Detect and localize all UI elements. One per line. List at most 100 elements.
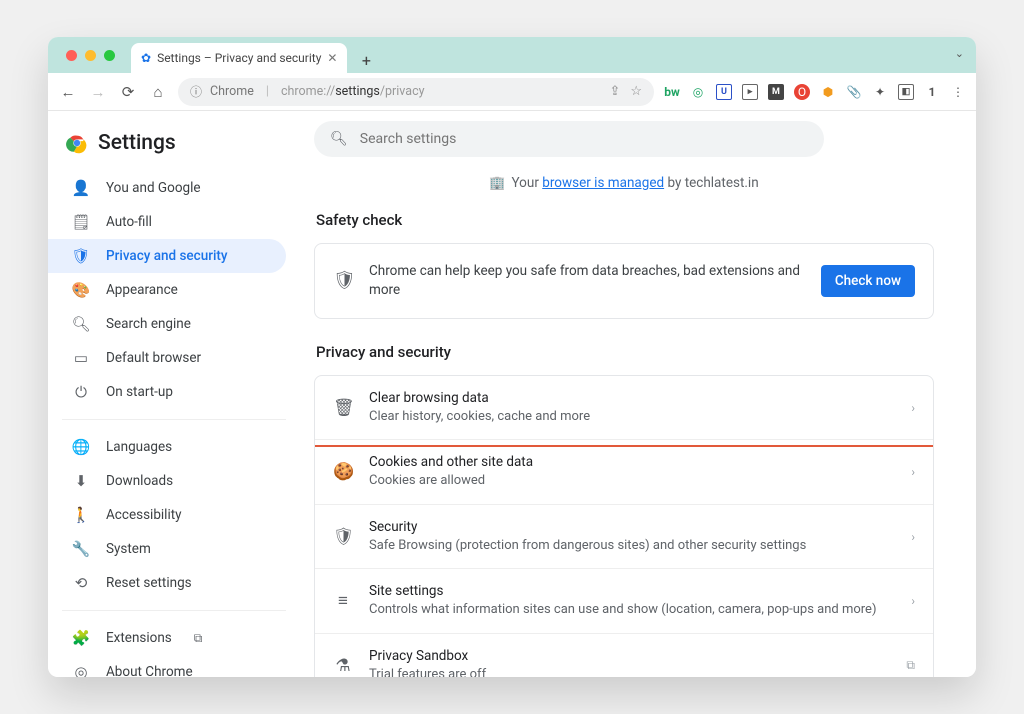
search-icon: 🔍︎ — [330, 131, 348, 147]
content-area: Settings 👤You and Google🗒Auto-fill🛡Priva… — [48, 111, 976, 677]
extension-icon[interactable]: 1 — [924, 84, 940, 100]
extension-icon[interactable]: ⬢ — [820, 84, 836, 100]
sidebar-item-default-browser[interactable]: ▭ Default browser — [48, 341, 286, 375]
extension-icon[interactable]: O — [794, 84, 810, 100]
safety-check-heading: Safety check — [316, 211, 934, 229]
list-item-title: Site settings — [369, 583, 895, 599]
bookmark-button[interactable]: ☆ — [630, 84, 642, 99]
external-link-icon: ⧉ — [194, 631, 203, 646]
new-tab-button[interactable]: + — [353, 47, 379, 73]
page-title: Settings — [98, 131, 176, 155]
safety-check-text: Chrome can help keep you safe from data … — [369, 262, 805, 300]
chevron-right-icon: › — [911, 401, 915, 415]
sidebar-item-label: Default browser — [106, 350, 201, 366]
search-icon: 🔍︎ — [72, 315, 90, 333]
external-link-icon: ⧉ — [906, 658, 915, 673]
address-bar[interactable]: ⓘ Chrome | chrome://settings/privacy ⇪ ☆ — [178, 78, 654, 106]
chevron-right-icon: › — [911, 530, 915, 544]
cookie-icon: 🍪 — [333, 462, 353, 482]
privacy-security-card: 🗑Clear browsing dataClear history, cooki… — [314, 375, 934, 677]
safety-check-card: 🛡︎ Chrome can help keep you safe from da… — [314, 243, 934, 319]
check-now-button[interactable]: Check now — [821, 265, 915, 297]
sidebar-item-search-engine[interactable]: 🔍︎Search engine — [48, 307, 286, 341]
privacy-item-site-settings[interactable]: ≡ Site settings Controls what information … — [315, 569, 933, 634]
sidebar-item-label: Downloads — [106, 473, 173, 489]
sidebar-item-system[interactable]: 🔧 System — [48, 532, 286, 566]
extensions-tray: bw ◎ U ▸ M O ⬢ 📎 ✦ ◧ 1 ⋮ — [664, 84, 966, 100]
shield-check-icon: 🛡︎ — [333, 270, 353, 291]
browser-toolbar: ← → ⟳ ⌂ ⓘ Chrome | chrome://settings/pri… — [48, 73, 976, 111]
gear-icon: ✿ — [141, 51, 151, 65]
forward-button[interactable]: → — [88, 83, 108, 101]
sidebar-item-label: Languages — [106, 439, 172, 455]
sidebar-item-reset-settings[interactable]: ⟲Reset settings — [48, 566, 286, 600]
sidebar-item-label: On start-up — [106, 384, 173, 400]
chrome-icon: ◎ — [72, 663, 90, 677]
sidebar-item-you-and-google[interactable]: 👤You and Google — [48, 171, 286, 205]
extension-icon[interactable]: 📎 — [846, 84, 862, 100]
reload-button[interactable]: ⟳ — [118, 83, 138, 101]
sidebar-item-downloads[interactable]: ⬇Downloads — [48, 464, 286, 498]
extension-icon[interactable]: bw — [664, 84, 680, 100]
reset-icon: ⟲ — [72, 574, 90, 592]
close-window-button[interactable] — [66, 50, 77, 61]
back-button[interactable]: ← — [58, 83, 78, 101]
shield2-icon: 🛡 — [333, 527, 353, 547]
sidebar-item-label: Auto-fill — [106, 214, 152, 230]
puzzle-icon: 🧩 — [72, 629, 90, 647]
power-icon: ⏻ — [72, 383, 90, 401]
trash-icon: 🗑 — [333, 398, 353, 418]
browser-menu-button[interactable]: ⋮ — [950, 84, 966, 100]
tab-bar: ✿ Settings – Privacy and security ✕ + ⌄ — [48, 37, 976, 73]
extension-icon[interactable]: ◧ — [898, 84, 914, 100]
browser-window: ✿ Settings – Privacy and security ✕ + ⌄ … — [48, 37, 976, 677]
sidebar-item-auto-fill[interactable]: 🗒 Auto-fill — [48, 205, 286, 239]
sidebar-item-extensions[interactable]: 🧩Extensions⧉ — [48, 621, 286, 655]
search-settings-box[interactable]: 🔍︎ — [314, 121, 824, 157]
list-item-subtitle: Clear history, cookies, cache and more — [369, 408, 895, 426]
sidebar-item-accessibility[interactable]: 🚶Accessibility — [48, 498, 286, 532]
list-item-subtitle: Trial features are off — [369, 666, 890, 677]
site-info-icon[interactable]: ⓘ — [190, 83, 202, 100]
list-item-subtitle: Controls what information sites can use … — [369, 601, 895, 619]
extension-icon[interactable]: ◎ — [690, 84, 706, 100]
sidebar-item-on-start-up[interactable]: ⏻ On start-up — [48, 375, 286, 409]
window-controls — [56, 37, 125, 73]
tabs-dropdown-button[interactable]: ⌄ — [955, 47, 964, 60]
search-input[interactable] — [360, 131, 808, 147]
chevron-right-icon: › — [911, 465, 915, 479]
extensions-button[interactable]: ✦ — [872, 84, 888, 100]
extension-icon[interactable]: ▸ — [742, 84, 758, 100]
extension-icon[interactable]: M — [768, 84, 784, 100]
flask-icon: ⚗ — [333, 656, 353, 676]
close-tab-button[interactable]: ✕ — [327, 51, 337, 65]
managed-link[interactable]: browser is managed — [542, 175, 664, 191]
settings-sidebar: Settings 👤You and Google 🗒 Auto-fill 🛡Priva… — [48, 111, 296, 677]
sidebar-item-languages[interactable]: 🌐Languages — [48, 430, 286, 464]
browser-icon: ▭ — [72, 349, 90, 367]
maximize-window-button[interactable] — [104, 50, 115, 61]
person-icon: 👤 — [72, 179, 90, 197]
list-item-title: Security — [369, 519, 895, 535]
managed-notice: 🏢Your browser is managed by techlatest.i… — [314, 175, 934, 191]
sidebar-item-appearance[interactable]: 🎨Appearance — [48, 273, 286, 307]
home-button[interactable]: ⌂ — [148, 83, 168, 101]
sidebar-item-label: System — [106, 541, 151, 557]
privacy-item-cookies-and-other-site-data[interactable]: 🍪Cookies and other site dataCookies are … — [315, 440, 933, 505]
extension-icon[interactable]: U — [716, 84, 732, 100]
privacy-item-clear-browsing-data[interactable]: 🗑Clear browsing dataClear history, cooki… — [315, 376, 933, 441]
privacy-item-privacy-sandbox[interactable]: ⚗ Privacy Sandbox Trial features are off ⧉ — [315, 634, 933, 677]
autofill-icon: 🗒 — [72, 213, 90, 231]
list-item-subtitle: Safe Browsing (protection from dangerous… — [369, 537, 895, 555]
tune-icon: ≡ — [333, 591, 353, 611]
sidebar-item-about-chrome[interactable]: ◎About Chrome — [48, 655, 286, 677]
wrench-icon: 🔧 — [72, 540, 90, 558]
minimize-window-button[interactable] — [85, 50, 96, 61]
list-item-title: Privacy Sandbox — [369, 648, 890, 664]
share-button[interactable]: ⇪ — [609, 84, 620, 99]
browser-tab[interactable]: ✿ Settings – Privacy and security ✕ — [131, 43, 347, 73]
privacy-item-security[interactable]: 🛡 Security Safe Browsing (protection from … — [315, 505, 933, 570]
chrome-logo-icon — [66, 132, 88, 154]
sidebar-item-privacy-and-security[interactable]: 🛡Privacy and security — [48, 239, 286, 273]
list-item-title: Cookies and other site data — [369, 454, 895, 470]
